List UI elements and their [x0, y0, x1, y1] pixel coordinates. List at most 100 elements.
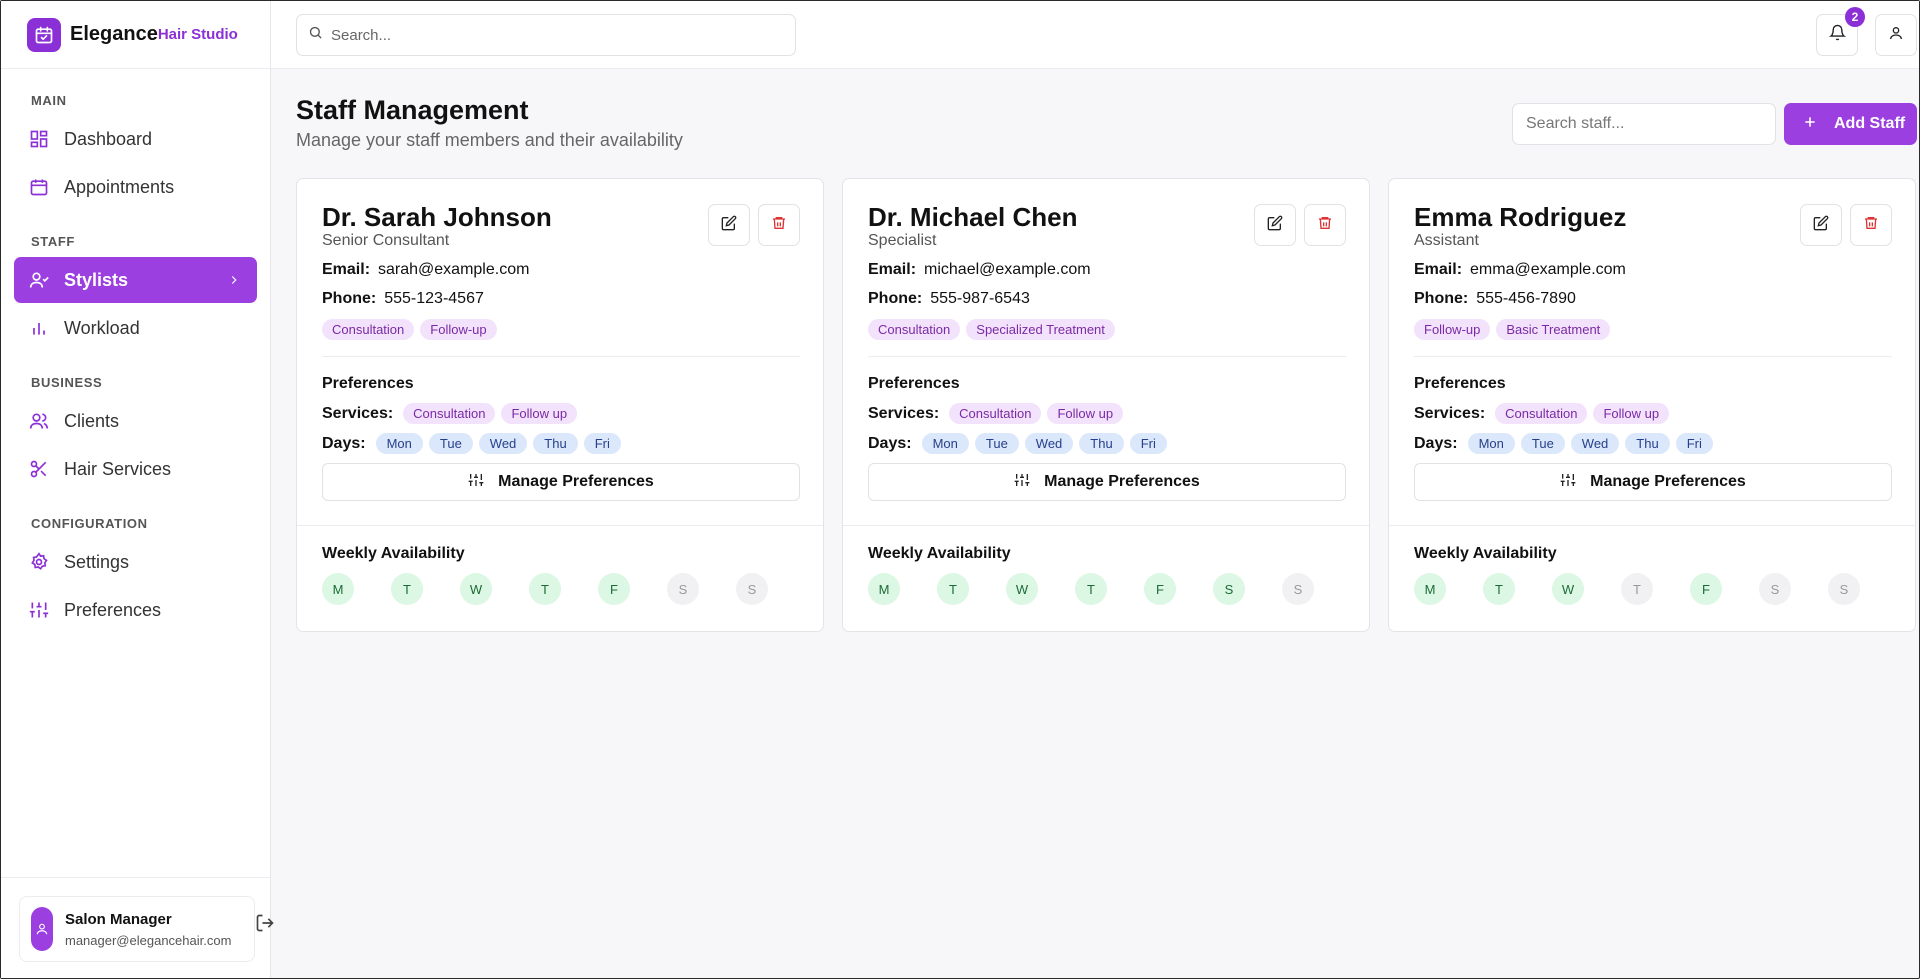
days-label: Days:: [1414, 434, 1458, 452]
specialty-tags: Consultation Specialized Treatment: [868, 319, 1115, 340]
staff-role: Assistant: [1414, 232, 1479, 249]
availability-day[interactable]: S: [1828, 573, 1860, 605]
manage-preferences-button[interactable]: Manage Preferences: [322, 463, 800, 501]
delete-button[interactable]: [1304, 204, 1346, 246]
sidebar-item-preferences[interactable]: Preferences: [14, 587, 257, 633]
preferred-days: Days: Mon Tue Wed Thu Fri: [322, 433, 621, 454]
add-staff-button[interactable]: Add Staff: [1784, 103, 1917, 145]
divider: [843, 525, 1369, 526]
staff-email-row: Email: michael@example.com: [868, 261, 1091, 279]
sidebar-item-hair-services[interactable]: Hair Services: [14, 446, 257, 492]
email-label: Email:: [868, 261, 917, 278]
sliders-icon: [1014, 472, 1030, 493]
availability-day[interactable]: M: [322, 573, 354, 605]
brand[interactable]: Elegance Hair Studio: [1, 1, 270, 69]
service-tag: Follow up: [1047, 403, 1124, 424]
brand-name: Elegance: [70, 23, 158, 45]
divider: [322, 356, 800, 357]
availability-day[interactable]: T: [1075, 573, 1107, 605]
staff-card: Dr. Michael Chen Specialist Email: michael@…: [842, 178, 1370, 632]
availability-day[interactable]: S: [1282, 573, 1314, 605]
preferences-heading: Preferences: [322, 375, 414, 392]
staff-search-input[interactable]: [1512, 103, 1776, 145]
availability-day[interactable]: F: [1144, 573, 1176, 605]
edit-button[interactable]: [708, 204, 750, 246]
sidebar-item-label: Workload: [64, 317, 140, 338]
availability-day[interactable]: T: [1621, 573, 1653, 605]
availability-day[interactable]: W: [460, 573, 492, 605]
page-subtitle: Manage your staff members and their avai…: [296, 130, 683, 150]
sidebar-item-label: Stylists: [64, 269, 129, 290]
staff-email-row: Email: emma@example.com: [1414, 261, 1626, 279]
avatar: [31, 907, 53, 951]
weekly-availability: MTWTFSS: [1414, 573, 1860, 605]
day-tag: Wed: [1024, 433, 1074, 454]
sliders-icon: [1560, 472, 1576, 493]
availability-day[interactable]: W: [1552, 573, 1584, 605]
staff-name: Dr. Michael Chen: [868, 202, 1078, 232]
user-name: Salon Manager: [65, 910, 172, 928]
calendar-logo-icon: [27, 17, 61, 52]
delete-button[interactable]: [758, 204, 800, 246]
sidebar-item-workload[interactable]: Workload: [14, 305, 257, 351]
day-tag: Wed: [1570, 433, 1620, 454]
sliders-icon: [468, 472, 484, 493]
calendar-icon: [29, 177, 49, 197]
sidebar-item-label: Settings: [64, 551, 130, 572]
availability-day[interactable]: T: [937, 573, 969, 605]
staff-email: emma@example.com: [1470, 261, 1626, 278]
availability-day[interactable]: S: [736, 573, 768, 605]
edit-button[interactable]: [1800, 204, 1842, 246]
manage-preferences-button[interactable]: Manage Preferences: [1414, 463, 1892, 501]
day-tag: Mon: [375, 433, 423, 454]
global-search-input[interactable]: [331, 26, 771, 44]
availability-day[interactable]: S: [667, 573, 699, 605]
availability-day[interactable]: T: [391, 573, 423, 605]
specialty-tag: Consultation: [322, 319, 415, 340]
logout-icon[interactable]: [255, 913, 275, 938]
add-staff-label: Add Staff: [1834, 115, 1906, 132]
users-icon: [29, 411, 49, 431]
staff-phone: 555-456-7890: [1476, 290, 1576, 307]
edit-icon: [721, 215, 737, 236]
sidebar-item-dashboard[interactable]: Dashboard: [14, 116, 257, 162]
delete-button[interactable]: [1850, 204, 1892, 246]
availability-day[interactable]: S: [1759, 573, 1791, 605]
preferences-heading: Preferences: [868, 375, 960, 392]
sidebar-item-appointments[interactable]: Appointments: [14, 164, 257, 210]
availability-day[interactable]: T: [529, 573, 561, 605]
availability-day[interactable]: M: [868, 573, 900, 605]
nav: MAIN Dashboard Appointments STAFF Stylis…: [1, 69, 270, 633]
divider: [1414, 356, 1892, 357]
manage-preferences-button[interactable]: Manage Preferences: [868, 463, 1346, 501]
manage-preferences-label: Manage Preferences: [498, 473, 654, 490]
service-tag: Consultation: [1495, 403, 1588, 424]
availability-day[interactable]: F: [1690, 573, 1722, 605]
availability-day[interactable]: S: [1213, 573, 1245, 605]
weekly-availability-heading: Weekly Availability: [322, 545, 465, 562]
availability-day[interactable]: M: [1414, 573, 1446, 605]
global-search[interactable]: [296, 14, 796, 56]
user-profile-card[interactable]: Salon Manager manager@elegancehair.com: [19, 896, 255, 962]
day-tag: Mon: [921, 433, 969, 454]
sidebar-item-settings[interactable]: Settings: [14, 539, 257, 585]
trash-icon: [1317, 215, 1333, 236]
availability-day[interactable]: W: [1006, 573, 1038, 605]
days-label: Days:: [868, 434, 912, 452]
notifications-button[interactable]: 2: [1816, 7, 1865, 56]
sidebar-item-stylists[interactable]: Stylists: [14, 257, 257, 303]
availability-day[interactable]: F: [598, 573, 630, 605]
preferred-services: Services: Consultation Follow up: [868, 403, 1124, 424]
sliders-icon: [29, 600, 49, 620]
divider: [1389, 525, 1915, 526]
day-tag: Tue: [428, 433, 473, 454]
specialty-tags: Consultation Follow-up: [322, 319, 497, 340]
day-tag: Fri: [583, 433, 621, 454]
availability-day[interactable]: T: [1483, 573, 1515, 605]
edit-button[interactable]: [1254, 204, 1296, 246]
notification-badge: 2: [1845, 7, 1865, 27]
sidebar-item-clients[interactable]: Clients: [14, 398, 257, 444]
profile-button[interactable]: [1875, 14, 1917, 56]
day-tag: Mon: [1467, 433, 1515, 454]
nav-section-configuration: CONFIGURATION: [31, 516, 148, 531]
